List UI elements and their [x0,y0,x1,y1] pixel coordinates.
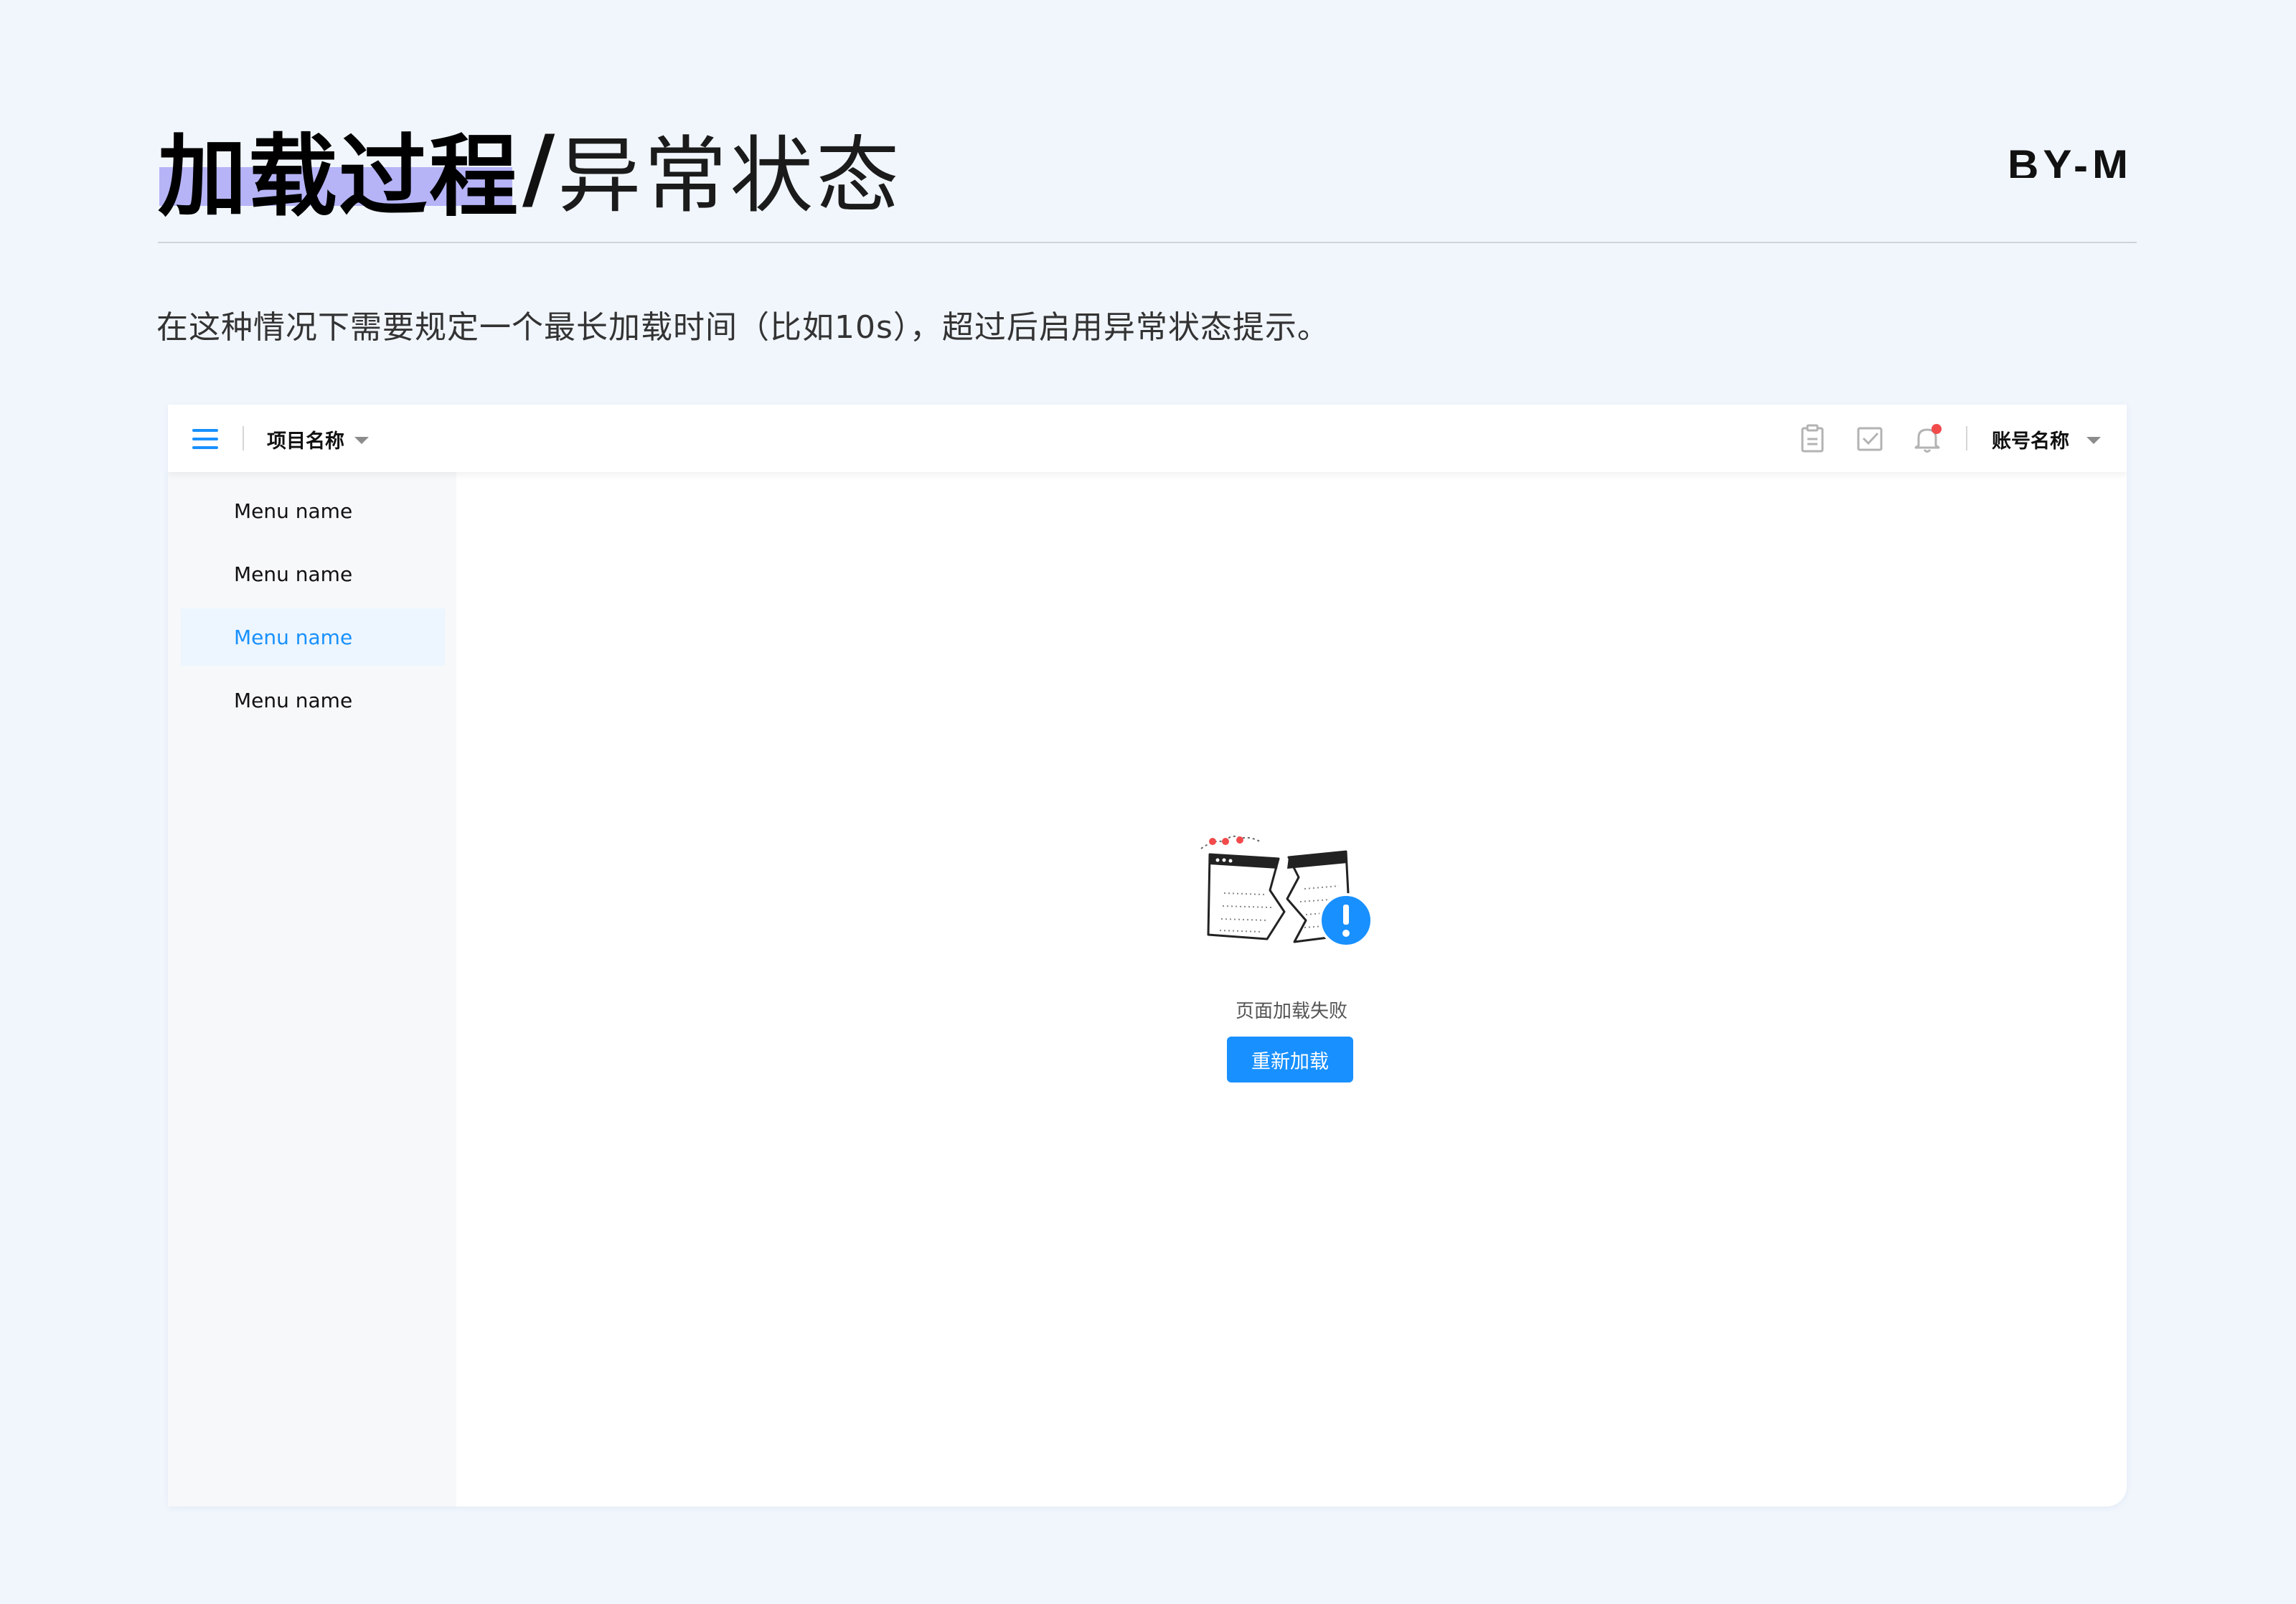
divider [243,426,244,450]
account-menu[interactable]: 账号名称 [1992,422,2101,456]
sidebar-item[interactable]: Menu name [181,671,445,729]
sidebar: Menu name Menu name Menu name Menu name [168,472,456,1506]
heading-light: 异常状态 [557,128,903,225]
project-selector[interactable]: 项目名称 [267,422,369,456]
error-message: 页面加载失败 [1235,1001,1347,1022]
heading-bold: 加载过程 [158,126,520,229]
description: 在这种情况下需要规定一个最长加载时间（比如10s），超过后启用异常状态提示。 [156,309,1330,346]
menu-icon[interactable] [192,428,221,450]
notification-dot [1932,424,1942,434]
divider [158,242,2137,243]
divider [1966,426,1967,450]
sidebar-item-active[interactable]: Menu name [181,608,445,666]
top-navbar: 项目名称 账号名称 [168,405,2127,472]
checkbox-icon[interactable] [1854,423,1886,455]
page-heading: 加载过程 / 异常状态 [158,115,902,229]
broken-page-icon [1200,835,1373,948]
account-name: 账号名称 [1992,430,2069,453]
sidebar-item[interactable]: Menu name [181,545,445,603]
main-content: 页面加载失败 重新加载 [456,472,2127,1506]
sidebar-item[interactable]: Menu name [181,482,445,539]
project-name: 项目名称 [267,430,344,453]
heading-slash: / [522,117,555,220]
bell-icon[interactable] [1911,423,1943,455]
brand-logo: BY-M [2008,141,2132,178]
clipboard-icon[interactable] [1797,423,1828,455]
chevron-down-icon [354,437,369,444]
reload-button[interactable]: 重新加载 [1227,1037,1353,1082]
app-window: 项目名称 账号名称 Menu name Menu name Menu name … [168,405,2127,1506]
chevron-down-icon [2086,437,2101,444]
